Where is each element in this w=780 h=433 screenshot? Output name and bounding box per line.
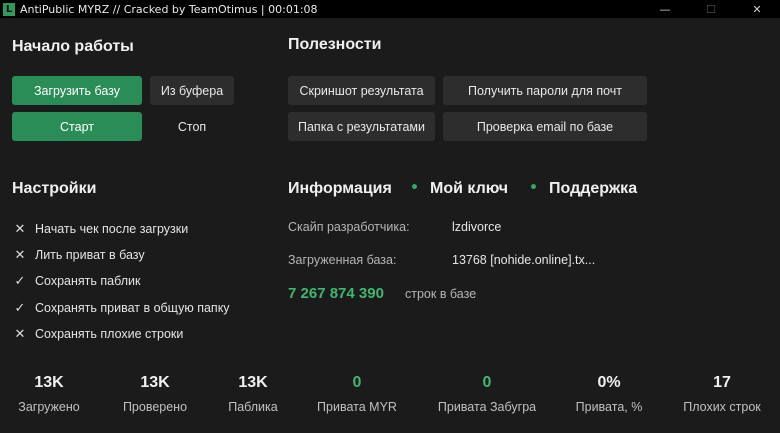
minimize-icon[interactable]: — bbox=[642, 0, 688, 18]
stat-label: Привата Забугра bbox=[437, 400, 537, 414]
get-mail-passwords-button[interactable]: Получить пароли для почт bbox=[443, 76, 647, 105]
tab-information[interactable]: Информация bbox=[288, 180, 392, 198]
loaded-base-label: Загруженная база: bbox=[288, 253, 397, 267]
stop-button[interactable]: Стоп bbox=[150, 112, 234, 141]
setting-label: Начать чек после загрузки bbox=[35, 222, 189, 236]
loaded-base-value: 13768 [nohide.online].tx... bbox=[452, 253, 596, 267]
utilities-section-title: Полезности bbox=[288, 36, 382, 53]
stat-label: Привата MYR bbox=[317, 400, 397, 414]
stat-value: 17 bbox=[713, 374, 731, 391]
checkmark-icon[interactable]: ✓ bbox=[12, 300, 28, 316]
dev-skype-label: Скайп разработчика: bbox=[288, 220, 410, 234]
setting-save-private-common-folder[interactable]: ✓ Сохранять приват в общую папку bbox=[12, 300, 230, 316]
stat-private-myr: 0 Привата MYR bbox=[302, 374, 412, 414]
setting-label: Сохранять плохие строки bbox=[35, 327, 184, 341]
app-logo-icon: L bbox=[3, 2, 15, 16]
stat-value: 13K bbox=[140, 374, 170, 391]
checkmark-icon[interactable]: ✓ bbox=[12, 273, 28, 289]
stat-value: 13K bbox=[238, 374, 268, 391]
tab-support[interactable]: Поддержка bbox=[549, 180, 637, 198]
stat-checked: 13K Проверено bbox=[100, 374, 210, 414]
setting-start-check-after-load[interactable]: ✕ Начать чек после загрузки bbox=[12, 221, 189, 237]
stat-value: 0 bbox=[352, 374, 362, 391]
window-controls: — ☐ ✕ bbox=[642, 0, 780, 18]
load-base-button[interactable]: Загрузить базу bbox=[12, 76, 142, 105]
setting-label: Лить приват в базу bbox=[35, 248, 145, 262]
stat-value: 0 bbox=[482, 374, 492, 391]
start-button[interactable]: Старт bbox=[12, 112, 142, 141]
setting-save-public[interactable]: ✓ Сохранять паблик bbox=[12, 273, 141, 289]
screenshot-result-button[interactable]: Скриншот результата bbox=[288, 76, 435, 105]
rows-caption: строк в базе bbox=[405, 287, 477, 301]
tab-separator-dot: • bbox=[410, 180, 419, 196]
unchecked-icon[interactable]: ✕ bbox=[12, 326, 28, 342]
stat-label: Привата, % bbox=[575, 400, 643, 414]
setting-push-private-to-base[interactable]: ✕ Лить приват в базу bbox=[12, 247, 145, 263]
stat-value: 13K bbox=[34, 374, 64, 391]
maximize-icon[interactable]: ☐ bbox=[688, 0, 734, 18]
stat-loaded: 13K Загружено bbox=[0, 374, 104, 414]
setting-label: Сохранять приват в общую папку bbox=[35, 301, 230, 315]
start-section-title: Начало работы bbox=[12, 38, 134, 55]
window-title: AntiPublic MYRZ // Cracked by TeamOtimus… bbox=[20, 2, 318, 16]
stat-value: 0% bbox=[597, 374, 621, 391]
stat-private-foreign: 0 Привата Забугра bbox=[432, 374, 542, 414]
settings-section-title: Настройки bbox=[12, 180, 97, 197]
title-bar: L AntiPublic MYRZ // Cracked by TeamOtim… bbox=[0, 0, 780, 18]
results-folder-button[interactable]: Папка с результатами bbox=[288, 112, 435, 141]
rows-count: 7 267 874 390 bbox=[288, 285, 384, 302]
stat-label: Паблика bbox=[228, 400, 278, 414]
stat-private-percent: 0% Привата, % bbox=[554, 374, 664, 414]
check-email-button[interactable]: Проверка email по базе bbox=[443, 112, 647, 141]
tab-separator-dot: • bbox=[529, 180, 538, 196]
close-icon[interactable]: ✕ bbox=[734, 0, 780, 18]
setting-label: Сохранять паблик bbox=[35, 274, 141, 288]
stat-public: 13K Паблика bbox=[198, 374, 308, 414]
dev-skype-value: lzdivorce bbox=[452, 220, 502, 234]
stat-bad-lines: 17 Плохих строк bbox=[667, 374, 777, 414]
stat-label: Загружено bbox=[18, 400, 80, 414]
from-buffer-button[interactable]: Из буфера bbox=[150, 76, 234, 105]
stat-label: Проверено bbox=[122, 400, 188, 414]
stat-label: Плохих строк bbox=[683, 400, 761, 414]
unchecked-icon[interactable]: ✕ bbox=[12, 221, 28, 237]
unchecked-icon[interactable]: ✕ bbox=[12, 247, 28, 263]
setting-save-bad-lines[interactable]: ✕ Сохранять плохие строки bbox=[12, 326, 184, 342]
tab-my-key[interactable]: Мой ключ bbox=[430, 180, 508, 198]
